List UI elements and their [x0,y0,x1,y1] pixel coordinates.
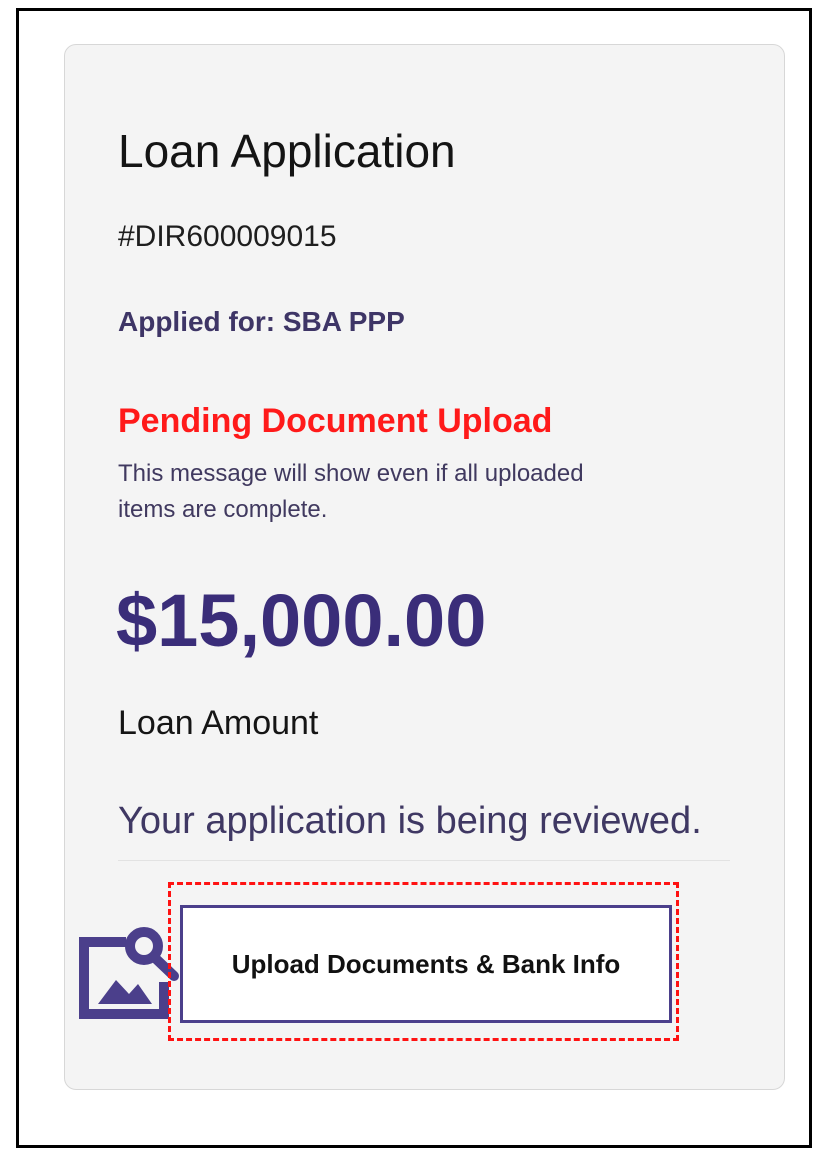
application-id: #DIR600009015 [118,220,337,253]
loan-amount-label: Loan Amount [118,704,319,742]
upload-documents-button-label: Upload Documents & Bank Info [231,948,621,979]
section-divider [118,860,730,861]
loan-amount-value: $15,000.00 [116,579,487,662]
applied-for-label: Applied for: SBA PPP [118,306,405,337]
page-title: Loan Application [118,125,456,177]
image-search-icon [74,918,180,1024]
review-status-text: Your application is being reviewed. [118,800,702,842]
upload-documents-button[interactable]: Upload Documents & Bank Info [180,905,672,1023]
pending-status-title: Pending Document Upload [118,402,553,440]
pending-status-note: This message will show even if all uploa… [118,460,584,523]
